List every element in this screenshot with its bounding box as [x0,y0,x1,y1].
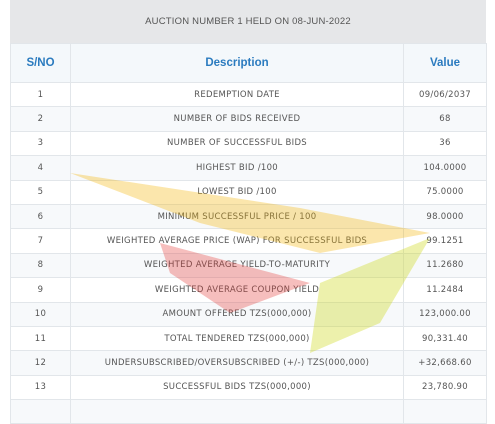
cell-description: UNDERSUBSCRIBED/OVERSUBSCRIBED (+/-) TZS… [70,350,404,376]
table-row: 5 LOWEST BID /100 75.0000 [10,179,487,205]
cell-description: WEIGHTED AVERAGE PRICE (WAP) FOR SUCCESS… [70,228,404,254]
table-row: 10 AMOUNT OFFERED TZS(000,000) 123,000.00 [10,301,487,327]
cell-description: NUMBER OF BIDS RECEIVED [70,106,404,132]
table-row: 6 MINIMUM SUCCESSFUL PRICE / 100 98.0000 [10,203,487,230]
cell-value: 99.1251 [403,228,487,254]
cell-value: 90,331.40 [403,325,487,352]
cell-sno: 5 [10,179,71,205]
table-row: 12 UNDERSUBSCRIBED/OVERSUBSCRIBED (+/-) T… [10,350,487,376]
table-row: 2 NUMBER OF BIDS RECEIVED 68 [10,106,487,132]
cell-description: AMOUNT OFFERED TZS(000,000) [70,301,404,327]
cell-value: +32,668.60 [403,350,487,376]
cell-description: WEIGHTED AVERAGE COUPON YIELD [70,277,404,303]
cell-value: 11.2680 [403,252,487,279]
cell-value: 23,780.90 [403,374,487,401]
table-row: 4 HIGHEST BID /100 104.0000 [10,155,487,181]
cell-description: TOTAL TENDERED TZS(000,000) [70,325,404,352]
cell-sno: 2 [10,106,71,132]
cell-description: REDEMPTION DATE [70,81,404,108]
table-header-row: S/NO Description Value [10,43,487,83]
auction-results-panel: AUCTION NUMBER 1 HELD ON 08-JUN-2022 S/N… [10,0,487,424]
cell-sno: 12 [10,350,71,376]
cell-value: 11.2484 [403,277,487,303]
cell-description: HIGHEST BID /100 [70,155,404,181]
table-row: 7 WEIGHTED AVERAGE PRICE (WAP) FOR SUCCES… [10,228,487,254]
cell-sno: 13 [10,374,71,401]
cell-description: MINIMUM SUCCESSFUL PRICE / 100 [70,203,404,230]
table-row: 9 WEIGHTED AVERAGE COUPON YIELD 11.2484 [10,277,487,303]
table-row: 1 REDEMPTION DATE 09/06/2037 [10,81,487,108]
table-row: 3 NUMBER OF SUCCESSFUL BIDS 36 [10,130,487,157]
cell-value: 09/06/2037 [403,81,487,108]
cell-value: 36 [403,130,487,157]
cell-sno: 9 [10,277,71,303]
table-row: 8 WEIGHTED AVERAGE YIELD-TO-MATURITY 11.26… [10,252,487,279]
cell-sno: 4 [10,155,71,181]
cell-value: 104.0000 [403,155,487,181]
cell-sno: 10 [10,301,71,327]
cell-sno: 6 [10,203,71,230]
cell-description: NUMBER OF SUCCESSFUL BIDS [70,130,404,157]
cell-value: 68 [403,106,487,132]
cell-description: WEIGHTED AVERAGE YIELD-TO-MATURITY [70,252,404,279]
header-sno: S/NO [10,43,71,83]
auction-title: AUCTION NUMBER 1 HELD ON 08-JUN-2022 [10,0,486,43]
table-row: 13 SUCCESSFUL BIDS TZS(000,000) 23,780.90 [10,374,487,401]
cell-sno: 3 [10,130,71,157]
cell-description: SUCCESSFUL BIDS TZS(000,000) [70,374,404,401]
header-value: Value [403,43,487,83]
cell-value: 123,000.00 [403,301,487,327]
cell-sno: 1 [10,81,71,108]
cell-value: 98.0000 [403,203,487,230]
table-row-partial [10,399,487,424]
cell-description: LOWEST BID /100 [70,179,404,205]
table-row: 11 TOTAL TENDERED TZS(000,000) 90,331.40 [10,325,487,352]
header-description: Description [70,43,404,83]
cell-sno: 11 [10,325,71,352]
cell-sno: 8 [10,252,71,279]
cell-value: 75.0000 [403,179,487,205]
auction-results-table: S/NO Description Value 1 REDEMPTION DATE 0… [10,43,487,424]
cell-sno: 7 [10,228,71,254]
